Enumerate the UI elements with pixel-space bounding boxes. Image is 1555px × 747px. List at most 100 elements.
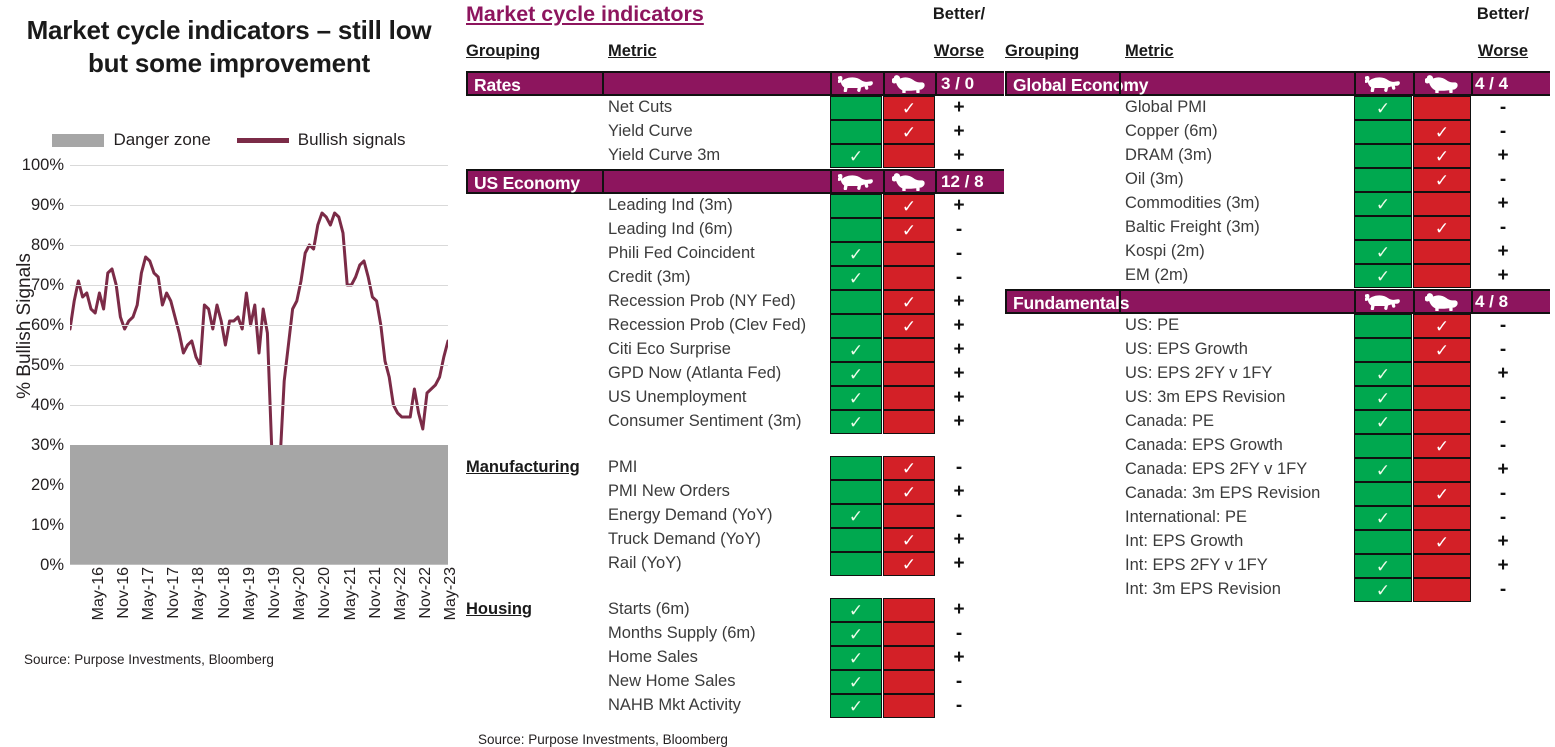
y-tick-label: 20% (30, 476, 64, 494)
bear-cell[interactable] (1413, 554, 1471, 578)
bear-cell[interactable]: ✓ (1413, 314, 1471, 338)
bull-cell[interactable]: ✓ (1354, 458, 1412, 482)
bear-cell[interactable]: ✓ (883, 218, 935, 242)
group-header-global-economy[interactable]: Global Economy 4 / 4 (1005, 71, 1550, 96)
bull-cell[interactable]: ✓ (1354, 264, 1412, 288)
bull-cell[interactable]: ✓ (830, 144, 882, 168)
bull-cell[interactable]: ✓ (830, 410, 882, 434)
bear-cell[interactable]: ✓ (1413, 168, 1471, 192)
bull-cell[interactable] (830, 96, 882, 120)
bull-cell[interactable]: ✓ (830, 646, 882, 670)
better-worse-indicator: - (955, 505, 963, 526)
bull-cell[interactable] (830, 528, 882, 552)
bull-cell[interactable]: ✓ (830, 670, 882, 694)
bear-cell[interactable] (883, 598, 935, 622)
bear-cell[interactable]: ✓ (1413, 482, 1471, 506)
bear-cell[interactable] (883, 242, 935, 266)
bull-cell[interactable]: ✓ (1354, 410, 1412, 434)
bull-cell[interactable]: ✓ (830, 598, 882, 622)
bear-cell[interactable] (1413, 410, 1471, 434)
bear-cell[interactable]: ✓ (883, 456, 935, 480)
bull-cell[interactable]: ✓ (830, 622, 882, 646)
bear-cell[interactable] (1413, 386, 1471, 410)
bear-cell[interactable]: ✓ (883, 552, 935, 576)
bear-cell[interactable] (883, 694, 935, 718)
bear-cell[interactable] (883, 410, 935, 434)
bull-cell[interactable]: ✓ (1354, 96, 1412, 120)
bear-cell[interactable]: ✓ (883, 120, 935, 144)
bear-cell[interactable]: ✓ (1413, 120, 1471, 144)
bear-cell[interactable] (883, 504, 935, 528)
bull-cell[interactable] (1354, 120, 1412, 144)
bear-cell[interactable] (883, 622, 935, 646)
bear-cell[interactable] (883, 670, 935, 694)
bear-cell[interactable] (1413, 96, 1471, 120)
bear-cell[interactable] (883, 144, 935, 168)
bear-cell[interactable]: ✓ (1413, 338, 1471, 362)
bear-cell[interactable]: ✓ (883, 480, 935, 504)
check-icon: ✓ (901, 530, 917, 550)
bull-cell[interactable]: ✓ (830, 242, 882, 266)
bull-cell[interactable] (1354, 314, 1412, 338)
bull-cell[interactable] (1354, 482, 1412, 506)
bear-cell[interactable]: ✓ (883, 290, 935, 314)
bear-cell[interactable] (1413, 192, 1471, 216)
bull-cell[interactable] (830, 456, 882, 480)
better-worse-indicator: + (953, 411, 965, 432)
bear-cell[interactable] (1413, 578, 1471, 602)
bull-cell[interactable]: ✓ (830, 362, 882, 386)
bear-cell[interactable] (1413, 264, 1471, 288)
group-header-us-economy[interactable]: US Economy 12 / 8 (466, 169, 1004, 194)
bull-cell[interactable]: ✓ (830, 504, 882, 528)
bull-cell[interactable] (830, 552, 882, 576)
bull-cell[interactable]: ✓ (1354, 386, 1412, 410)
bull-cell[interactable]: ✓ (1354, 192, 1412, 216)
bull-cell[interactable]: ✓ (1354, 554, 1412, 578)
bear-cell[interactable]: ✓ (1413, 216, 1471, 240)
bull-cell[interactable] (1354, 530, 1412, 554)
bull-cell[interactable] (830, 218, 882, 242)
bull-cell[interactable]: ✓ (1354, 578, 1412, 602)
bear-cell[interactable] (883, 362, 935, 386)
bull-cell[interactable]: ✓ (1354, 362, 1412, 386)
bear-cell[interactable] (883, 386, 935, 410)
group-header-rates[interactable]: Rates 3 / 0 (466, 71, 1004, 96)
bear-cell[interactable]: ✓ (883, 314, 935, 338)
bull-cell[interactable] (1354, 216, 1412, 240)
bear-cell[interactable]: ✓ (883, 528, 935, 552)
bear-cell[interactable] (883, 266, 935, 290)
bear-cell[interactable] (1413, 458, 1471, 482)
bear-cell[interactable]: ✓ (1413, 144, 1471, 168)
bull-cell[interactable]: ✓ (1354, 240, 1412, 264)
metric-label: PMI New Orders (608, 482, 730, 500)
bear-cell[interactable]: ✓ (883, 194, 935, 218)
bull-cell[interactable] (1354, 338, 1412, 362)
bull-cell[interactable]: ✓ (1354, 506, 1412, 530)
bull-cell[interactable] (830, 314, 882, 338)
bull-cell[interactable] (830, 480, 882, 504)
group-header-fundamentals[interactable]: Fundamentals 4 / 8 (1005, 289, 1550, 314)
bull-cell[interactable]: ✓ (830, 386, 882, 410)
bear-cell[interactable]: ✓ (1413, 434, 1471, 458)
bear-cell[interactable] (883, 338, 935, 362)
bull-cell[interactable] (1354, 434, 1412, 458)
metric-label: New Home Sales (608, 672, 736, 690)
bull-cell[interactable] (1354, 144, 1412, 168)
bear-cell[interactable] (1413, 240, 1471, 264)
bear-cell[interactable]: ✓ (883, 96, 935, 120)
bull-cell[interactable]: ✓ (830, 338, 882, 362)
better-worse-indicator: + (1497, 531, 1509, 552)
check-icon: ✓ (901, 98, 917, 118)
bull-cell[interactable] (830, 290, 882, 314)
check-icon: ✓ (1375, 98, 1391, 118)
bull-cell[interactable] (1354, 168, 1412, 192)
bear-cell[interactable] (883, 646, 935, 670)
bull-cell[interactable]: ✓ (830, 694, 882, 718)
bear-cell[interactable]: ✓ (1413, 530, 1471, 554)
bull-cell[interactable] (830, 120, 882, 144)
bull-cell[interactable] (830, 194, 882, 218)
bear-cell[interactable] (1413, 506, 1471, 530)
bull-cell[interactable]: ✓ (830, 266, 882, 290)
group-bar-divider (1119, 71, 1121, 96)
bear-cell[interactable] (1413, 362, 1471, 386)
